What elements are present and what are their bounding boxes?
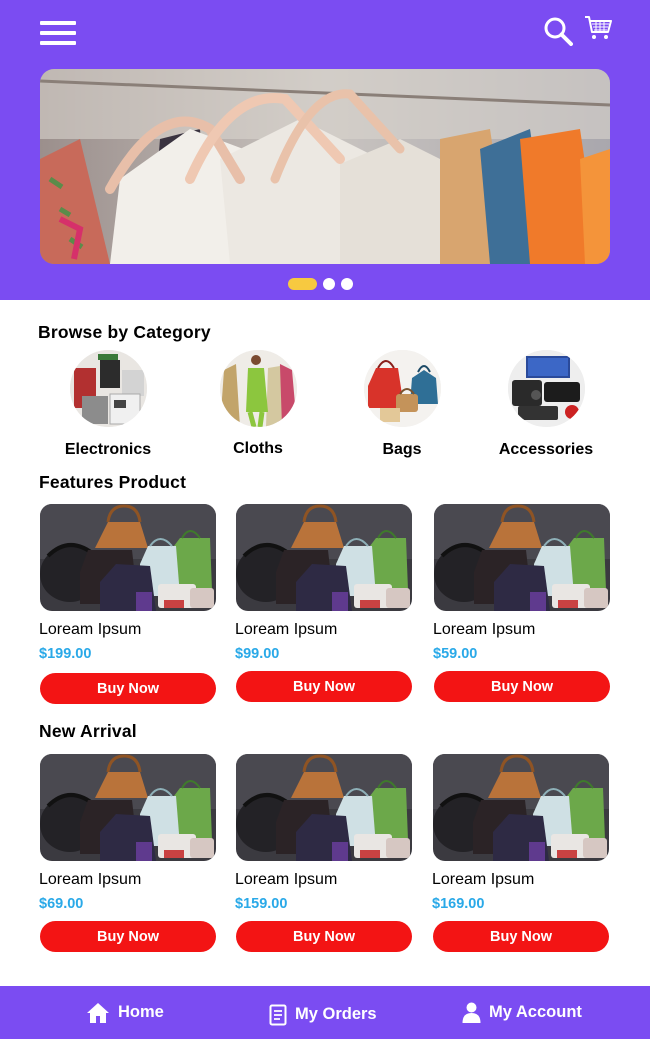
product-card: Loream Ipsum $59.00 bbox=[433, 504, 610, 662]
product-image[interactable] bbox=[236, 754, 412, 861]
orders-icon bbox=[269, 1004, 287, 1025]
product-price: $59.00 bbox=[433, 646, 478, 662]
category-electronics[interactable]: Electronics bbox=[48, 350, 168, 459]
shopping-cart-icon[interactable] bbox=[584, 14, 612, 42]
product-price: $99.00 bbox=[235, 646, 280, 662]
product-name: Loream Ipsum bbox=[235, 871, 338, 888]
product-image[interactable] bbox=[236, 504, 412, 611]
product-name: Loream Ipsum bbox=[433, 621, 536, 638]
nav-label: My Orders bbox=[295, 1005, 377, 1023]
buy-now-button[interactable]: Buy Now bbox=[434, 671, 610, 702]
hamburger-menu-icon[interactable] bbox=[40, 19, 76, 47]
product-image[interactable] bbox=[433, 754, 609, 861]
category-label: Bags bbox=[382, 441, 422, 458]
clothing-on-hangers-photo bbox=[40, 69, 610, 264]
carousel-dot-active[interactable] bbox=[288, 277, 317, 290]
buy-now-button[interactable]: Buy Now bbox=[236, 921, 412, 952]
nav-my-account[interactable]: My Account bbox=[462, 986, 582, 1039]
hero-banner[interactable] bbox=[40, 69, 610, 264]
buy-now-button[interactable]: Buy Now bbox=[433, 921, 609, 952]
product-card: Loream Ipsum $159.00 bbox=[235, 754, 412, 912]
product-image[interactable] bbox=[434, 504, 610, 611]
featured-section-title: Features Product bbox=[39, 472, 187, 492]
product-price: $169.00 bbox=[432, 896, 485, 912]
product-price: $159.00 bbox=[235, 896, 288, 912]
clothing-models-photo bbox=[219, 350, 297, 427]
buy-now-button[interactable]: Buy Now bbox=[40, 673, 216, 704]
new-arrival-section-title: New Arrival bbox=[39, 721, 137, 741]
product-name: Loream Ipsum bbox=[39, 871, 142, 888]
product-image[interactable] bbox=[40, 754, 216, 861]
tech-accessories-photo bbox=[507, 350, 585, 427]
electronics-appliances-photo bbox=[69, 350, 147, 427]
bottom-navigation: Home My Orders My Account bbox=[0, 986, 650, 1039]
product-name: Loream Ipsum bbox=[235, 621, 338, 638]
category-bags[interactable]: Bags bbox=[342, 350, 462, 459]
category-cloths[interactable]: Cloths bbox=[198, 350, 318, 458]
category-label: Accessories bbox=[498, 441, 594, 458]
product-price: $69.00 bbox=[39, 896, 84, 912]
nav-home[interactable]: Home bbox=[86, 986, 164, 1039]
nav-label: My Account bbox=[489, 1003, 582, 1021]
category-label: Cloths bbox=[233, 440, 283, 457]
product-price: $199.00 bbox=[39, 646, 92, 662]
product-card: Loream Ipsum $99.00 bbox=[235, 504, 412, 662]
home-icon bbox=[87, 1002, 109, 1023]
carousel-dot[interactable] bbox=[341, 277, 353, 290]
category-section-title: Browse by Category bbox=[38, 322, 211, 342]
nav-my-orders[interactable]: My Orders bbox=[269, 988, 377, 1039]
account-icon bbox=[462, 1002, 481, 1023]
product-name: Loream Ipsum bbox=[39, 621, 142, 638]
product-card: Loream Ipsum $199.00 bbox=[39, 504, 216, 662]
product-card: Loream Ipsum $69.00 bbox=[39, 754, 216, 912]
carousel-indicator bbox=[288, 277, 353, 290]
category-label: Electronics bbox=[64, 441, 152, 458]
nav-label: Home bbox=[118, 1003, 164, 1021]
product-image[interactable] bbox=[40, 504, 216, 611]
category-accessories[interactable]: Accessories bbox=[486, 350, 606, 459]
product-card: Loream Ipsum $169.00 bbox=[432, 754, 609, 912]
carousel-dot[interactable] bbox=[323, 277, 335, 290]
top-header bbox=[0, 0, 650, 300]
buy-now-button[interactable]: Buy Now bbox=[236, 671, 412, 702]
search-icon[interactable] bbox=[543, 16, 573, 46]
handbags-photo bbox=[363, 350, 441, 427]
buy-now-button[interactable]: Buy Now bbox=[40, 921, 216, 952]
product-name: Loream Ipsum bbox=[432, 871, 535, 888]
